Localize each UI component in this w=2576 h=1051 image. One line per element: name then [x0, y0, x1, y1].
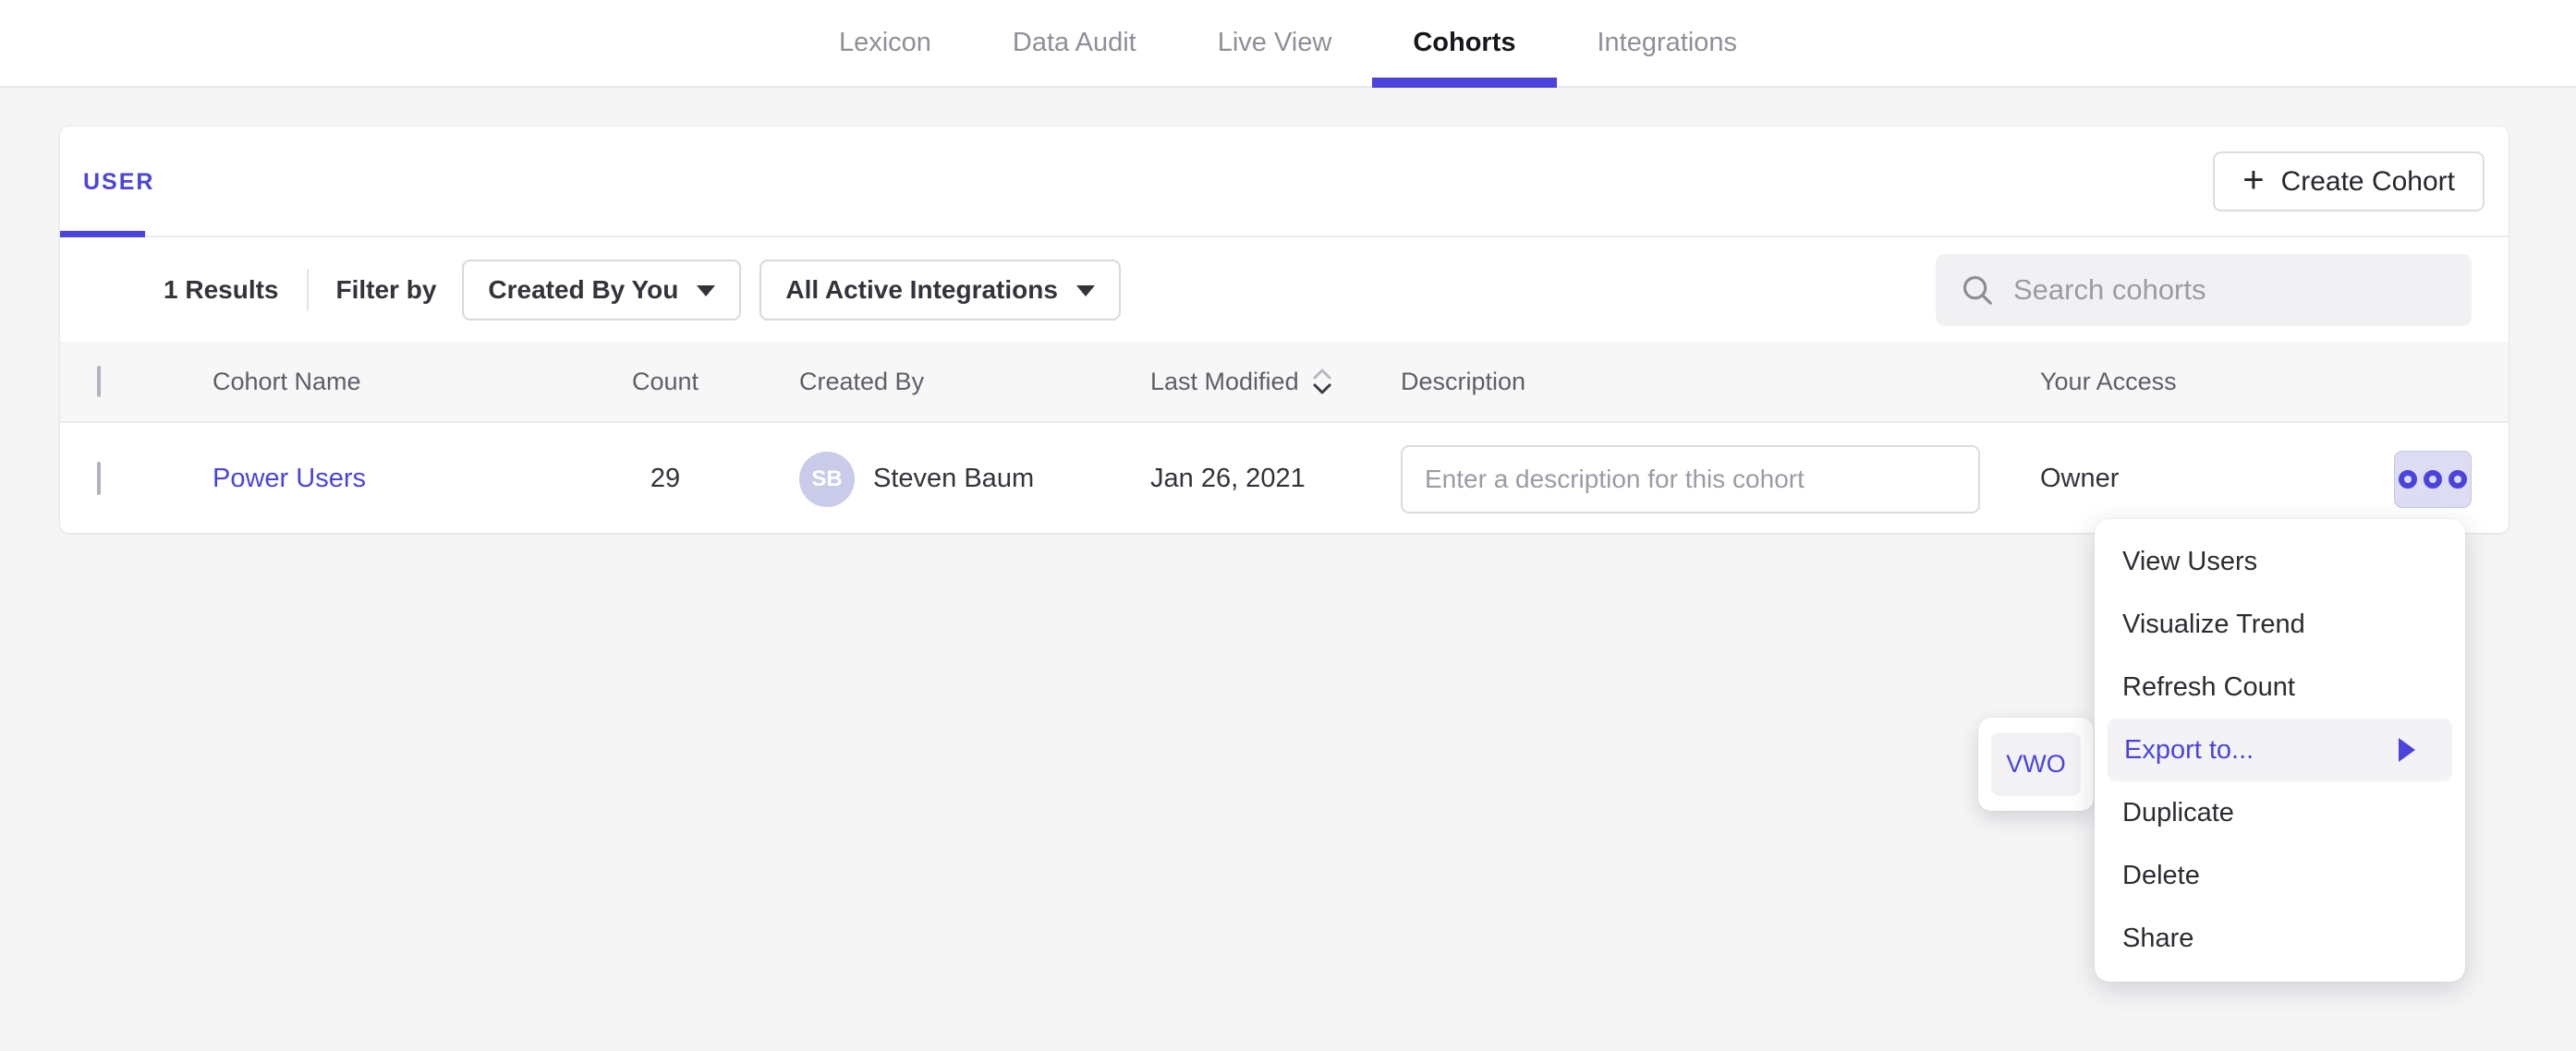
cohorts-toolbar: 1 Results Filter by Created By You All A… — [60, 237, 2509, 342]
column-header-description: Description — [1386, 368, 2033, 396]
description-input[interactable] — [1401, 445, 1980, 513]
column-header-count: Count — [632, 368, 699, 396]
access-level: Owner — [2033, 464, 2361, 494]
table-row: Power Users 29 SB Steven Baum Jan 26, 20… — [60, 425, 2509, 533]
select-all-checkbox[interactable] — [97, 366, 101, 397]
chevron-down-icon — [1076, 285, 1095, 296]
created-by-filter-dropdown[interactable]: Created By You — [462, 260, 741, 320]
integrations-filter-dropdown[interactable]: All Active Integrations — [759, 260, 1121, 320]
row-actions-context-menu: View Users Visualize Trend Refresh Count… — [2095, 519, 2465, 982]
user-tab-active-underline — [60, 231, 145, 237]
search-icon — [1960, 272, 1995, 308]
column-header-your-access: Your Access — [2033, 368, 2361, 396]
card-header: USER + Create Cohort — [60, 127, 2509, 237]
tab-live-view[interactable]: Live View — [1177, 0, 1373, 86]
sort-icon — [1310, 365, 1334, 398]
create-cohort-label: Create Cohort — [2281, 166, 2455, 198]
menu-item-export-to[interactable]: Export to... — [2108, 719, 2452, 781]
top-navigation: Lexicon Data Audit Live View Cohorts Int… — [0, 0, 2576, 88]
avatar: SB — [799, 452, 855, 507]
column-header-created-by: Created By — [748, 368, 1090, 396]
filter-by-label: Filter by — [336, 275, 437, 305]
toolbar-divider — [307, 269, 309, 311]
ellipsis-icon — [2399, 470, 2417, 489]
cohort-name-link[interactable]: Power Users — [213, 464, 366, 493]
menu-item-visualize-trend[interactable]: Visualize Trend — [2095, 593, 2465, 656]
created-by-name: Steven Baum — [873, 464, 1034, 494]
export-to-label: Export to... — [2124, 735, 2254, 766]
plus-icon: + — [2242, 162, 2264, 199]
last-modified-label: Last Modified — [1150, 368, 1299, 396]
search-cohorts-input[interactable] — [2013, 273, 2448, 307]
tab-cohorts[interactable]: Cohorts — [1372, 0, 1556, 86]
cohort-count: 29 — [650, 464, 680, 494]
integrations-filter-value: All Active Integrations — [785, 275, 1058, 305]
submenu-item-vwo[interactable]: VWO — [1991, 732, 2081, 796]
menu-item-duplicate[interactable]: Duplicate — [2095, 781, 2465, 844]
column-header-last-modified[interactable]: Last Modified — [1150, 365, 1386, 398]
column-header-cohort-name: Cohort Name — [213, 368, 582, 396]
last-modified-date: Jan 26, 2021 — [1090, 464, 1386, 494]
chevron-down-icon — [697, 285, 715, 296]
tab-user-cohorts[interactable]: USER — [83, 169, 154, 196]
created-by-filter-value: Created By You — [488, 275, 678, 305]
cohorts-card: USER + Create Cohort 1 Results Filter by… — [60, 127, 2509, 533]
export-submenu: VWO — [1978, 718, 2094, 811]
tab-integrations[interactable]: Integrations — [1557, 0, 1779, 86]
cohorts-table-header: Cohort Name Count Created By Last Modifi… — [60, 342, 2509, 423]
tab-lexicon[interactable]: Lexicon — [798, 0, 972, 86]
menu-item-share[interactable]: Share — [2095, 907, 2465, 970]
results-count: 1 Results — [164, 275, 279, 305]
submenu-arrow-icon — [2399, 738, 2415, 762]
create-cohort-button[interactable]: + Create Cohort — [2213, 151, 2485, 211]
search-cohorts-box[interactable] — [1936, 254, 2472, 326]
menu-item-refresh-count[interactable]: Refresh Count — [2095, 656, 2465, 719]
row-actions-button[interactable] — [2394, 451, 2472, 508]
menu-item-view-users[interactable]: View Users — [2095, 530, 2465, 593]
tab-data-audit[interactable]: Data Audit — [972, 0, 1177, 86]
row-checkbox[interactable] — [97, 462, 101, 495]
menu-item-delete[interactable]: Delete — [2095, 844, 2465, 907]
